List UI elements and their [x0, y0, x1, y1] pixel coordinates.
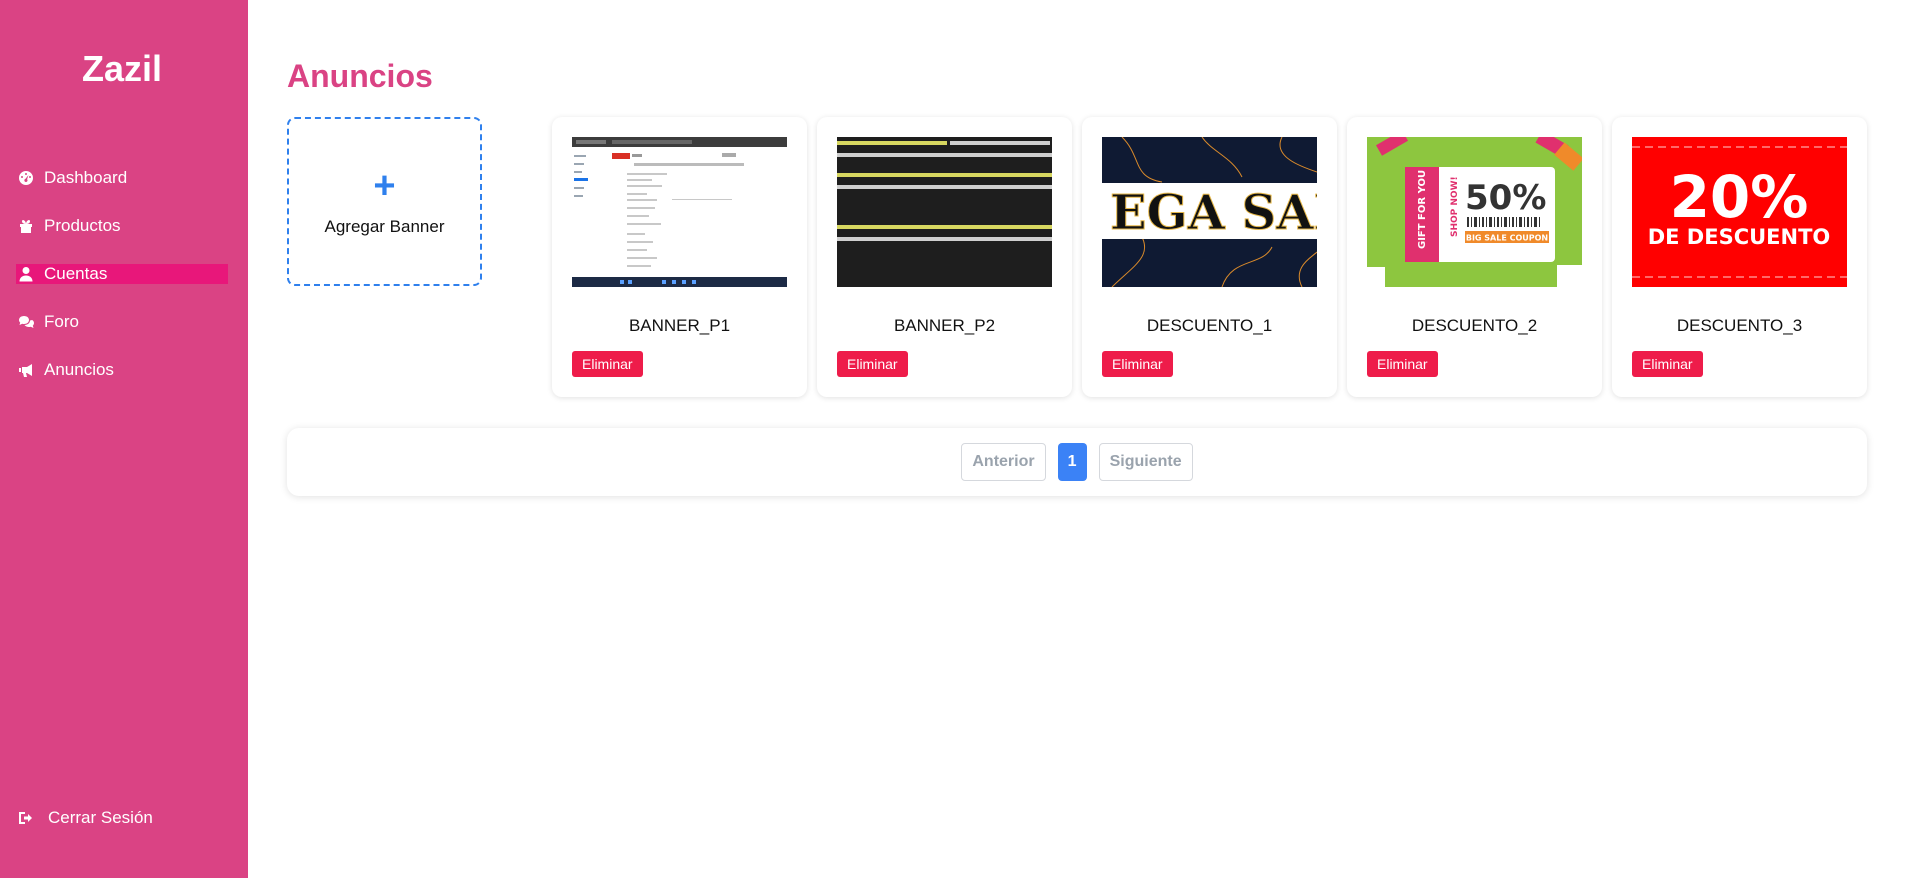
banner-thumbnail[interactable]: EGA SAI [1102, 137, 1317, 287]
app-root: Zazil Dashboard Productos Cuentas Foro A… [0, 0, 1906, 878]
sidebar-item-label: Foro [44, 312, 79, 331]
banner-name: DESCUENTO_2 [1411, 316, 1538, 335]
banner-card: GIFT FOR YOU SHOP NOW! 50% BIG SALE COUP… [1347, 117, 1602, 397]
banner-thumbnail[interactable] [572, 137, 787, 287]
pagination: Anterior 1 Siguiente [287, 428, 1867, 496]
sidebar-item-dashboard[interactable]: Dashboard [16, 168, 228, 188]
sidebar-item-label: Anuncios [44, 360, 114, 379]
banner-card: EGA SAI DESCUENTO_1 Eliminar [1082, 117, 1337, 397]
promo-percent-text: 20% [1670, 163, 1809, 231]
plus-icon: + [373, 164, 396, 207]
sidebar: Zazil Dashboard Productos Cuentas Foro A… [0, 0, 248, 878]
banner-name: DESCUENTO_1 [1146, 316, 1273, 335]
sidebar-item-label: Productos [44, 216, 121, 235]
brand-logo: Zazil [81, 48, 162, 89]
sidebar-item-productos[interactable]: Productos [16, 216, 228, 236]
sidebar-item-cuentas[interactable]: Cuentas [16, 264, 228, 284]
banner-thumbnail[interactable]: GIFT FOR YOU SHOP NOW! 50% BIG SALE COUP… [1367, 137, 1582, 287]
coupon-shop-text: SHOP NOW! [1450, 176, 1460, 237]
delete-button[interactable]: Eliminar [1367, 351, 1438, 377]
comments-icon [16, 312, 36, 332]
banner-thumb-text: EGA SAI [1110, 185, 1317, 241]
main-content: Anuncios + Agregar Banner BANNER_P1 Elim… [248, 0, 1906, 878]
sign-out-icon [16, 808, 36, 828]
delete-button[interactable]: Eliminar [1632, 351, 1703, 377]
banner-list: BANNER_P1 Eliminar BANNER_P2 Eliminar EG… [552, 117, 1867, 397]
sidebar-item-anuncios[interactable]: Anuncios [16, 360, 228, 380]
user-icon [16, 264, 36, 284]
coupon-label-text: BIG SALE COUPON [1466, 234, 1548, 243]
sidebar-item-label: Dashboard [44, 168, 128, 187]
banner-thumbnail[interactable] [837, 137, 1052, 287]
banner-name: BANNER_P2 [893, 316, 996, 335]
sidebar-item-foro[interactable]: Foro [16, 312, 228, 332]
logout-label: Cerrar Sesión [48, 808, 153, 827]
add-banner-label: Agregar Banner [324, 216, 445, 236]
add-banner-button[interactable]: + Agregar Banner [287, 117, 482, 286]
delete-button[interactable]: Eliminar [1102, 351, 1173, 377]
coupon-percent-text: 50% [1465, 178, 1546, 218]
page-title: Anuncios [287, 58, 433, 94]
banner-card: BANNER_P2 Eliminar [817, 117, 1072, 397]
logout-button[interactable]: Cerrar Sesión [16, 808, 153, 828]
banner-name: DESCUENTO_3 [1676, 316, 1803, 335]
banner-name: BANNER_P1 [628, 316, 731, 335]
gift-icon [16, 216, 36, 236]
delete-button[interactable]: Eliminar [572, 351, 643, 377]
promo-label-text: DE DESCUENTO [1648, 225, 1831, 249]
dashboard-gauge-icon [16, 168, 36, 188]
megaphone-icon [16, 360, 36, 380]
page-number-button[interactable]: 1 [1057, 443, 1087, 481]
banner-card: 20% DE DESCUENTO DESCUENTO_3 Eliminar [1612, 117, 1867, 397]
banner-card: BANNER_P1 Eliminar [552, 117, 807, 397]
sidebar-nav: Dashboard Productos Cuentas Foro Anuncio… [16, 168, 228, 408]
coupon-side-text: GIFT FOR YOU [1417, 170, 1428, 249]
next-page-button[interactable]: Siguiente [1098, 443, 1193, 481]
prev-page-button[interactable]: Anterior [961, 443, 1046, 481]
delete-button[interactable]: Eliminar [837, 351, 908, 377]
banner-thumbnail[interactable]: 20% DE DESCUENTO [1632, 137, 1847, 287]
sidebar-item-label: Cuentas [44, 264, 108, 283]
